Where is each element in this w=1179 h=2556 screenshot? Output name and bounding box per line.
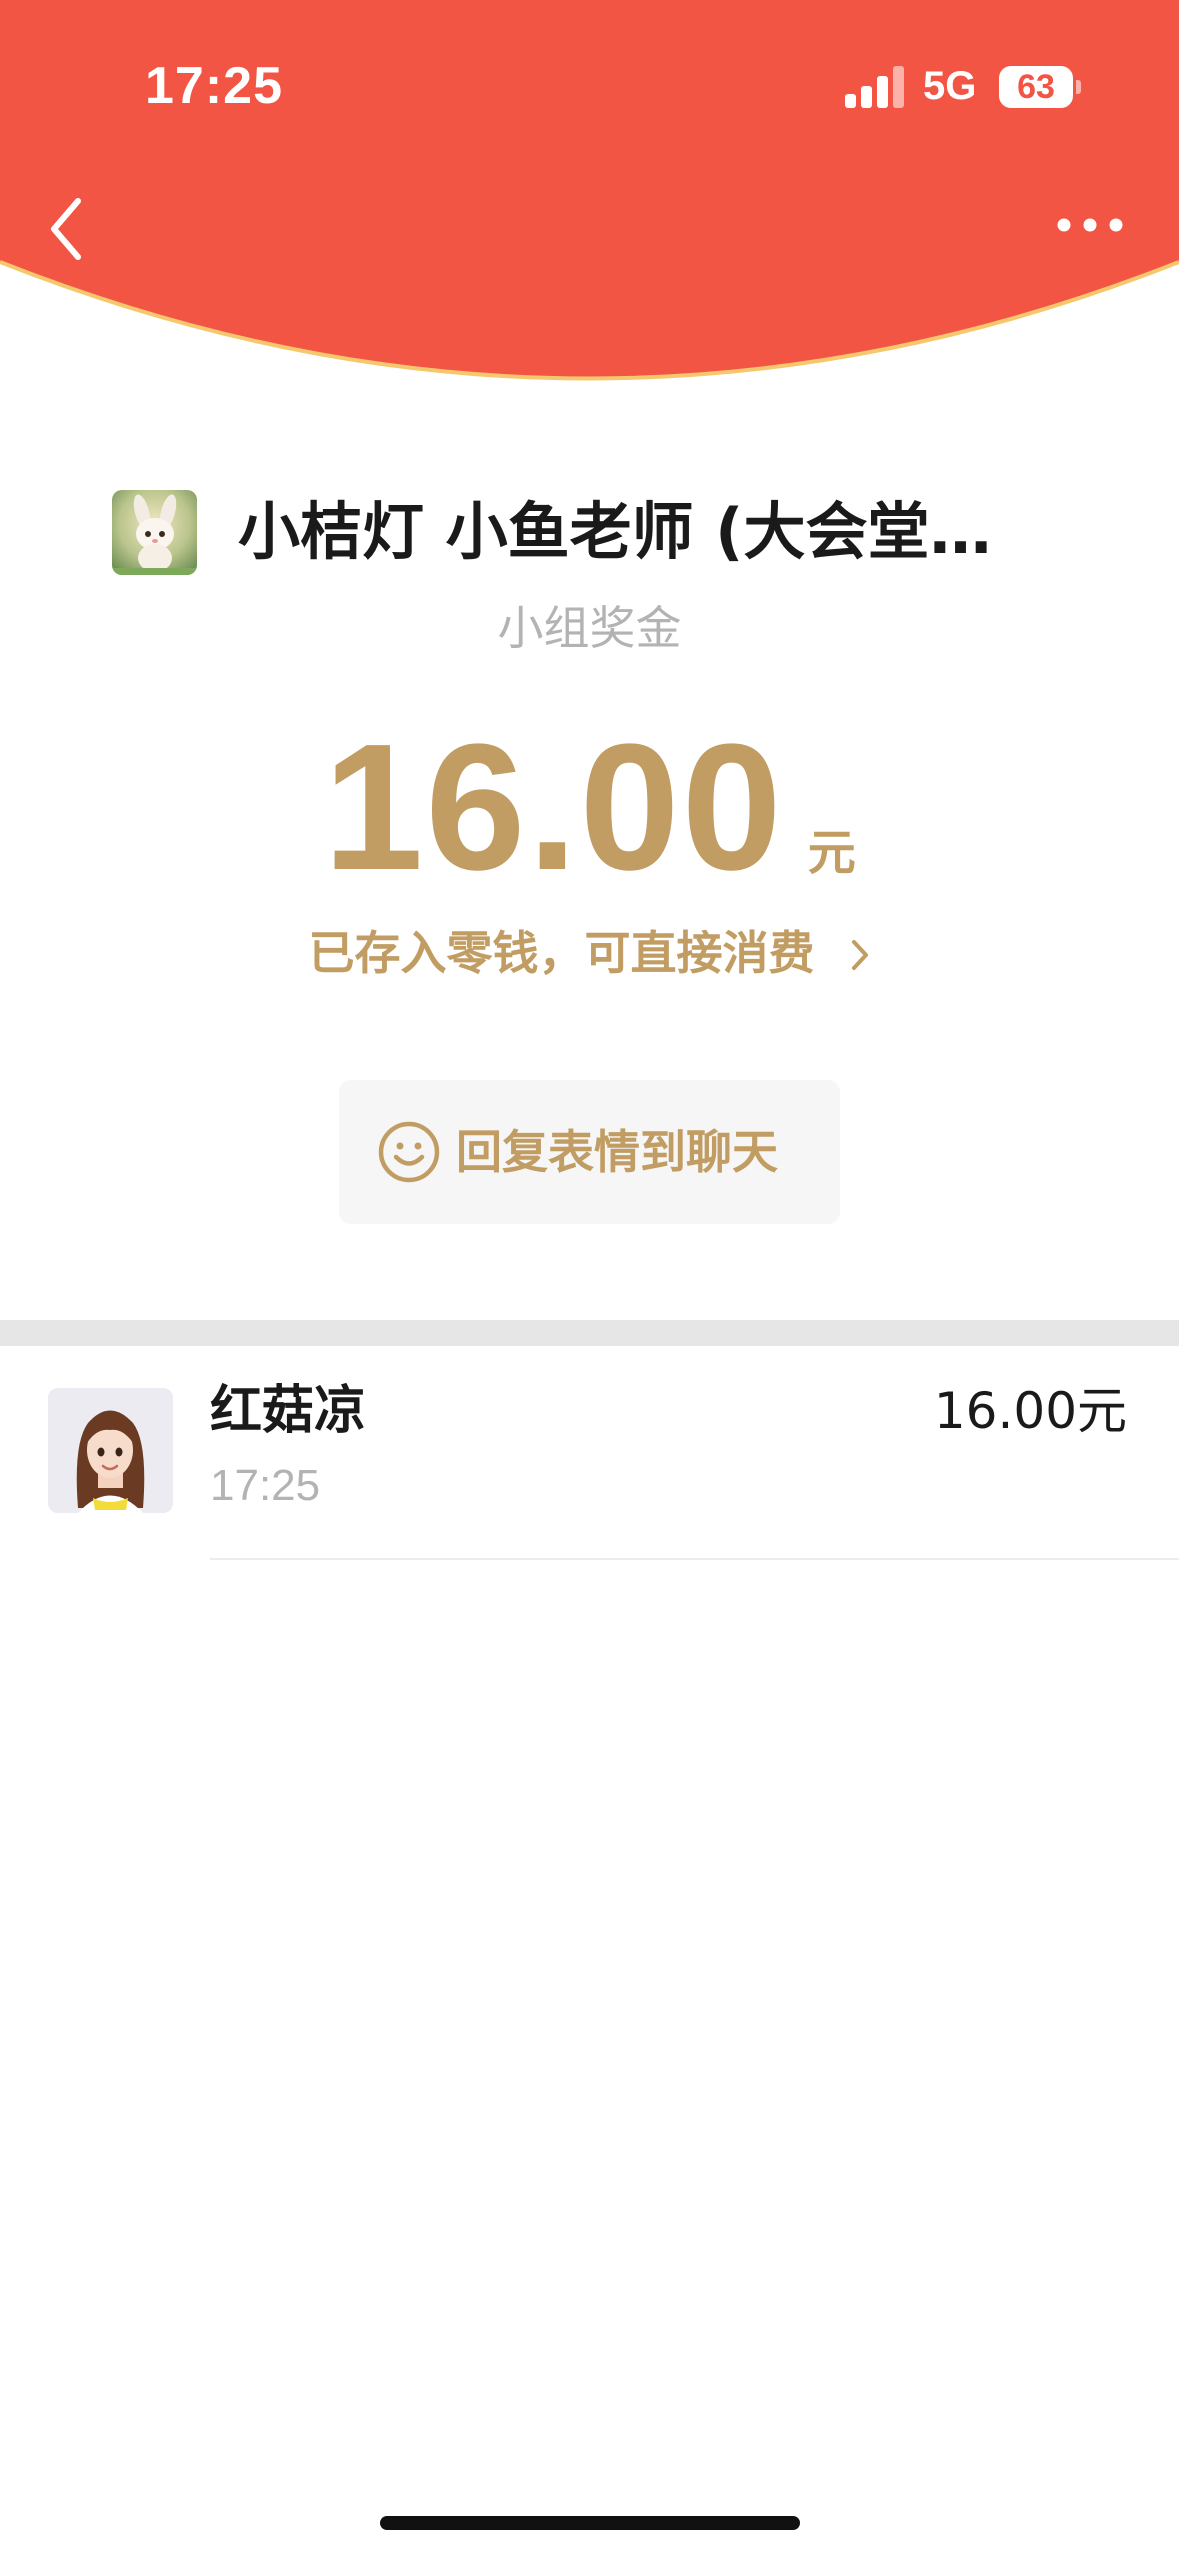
bonus-type-label: 小组奖金: [497, 601, 682, 655]
network-type: 5G: [923, 64, 977, 108]
group-info: 小桔灯 小鱼老师 (大会堂…: [112, 490, 1112, 575]
reply-sticker-button[interactable]: 回复表情到聊天: [339, 1080, 840, 1224]
chevron-left-icon: [51, 198, 81, 260]
recipient-name: 红菇凉: [210, 1381, 367, 1441]
list-item[interactable]: 红菇凉 17:25 16.00元: [0, 1346, 1179, 1561]
chevron-right-icon: [849, 922, 871, 992]
smiley-icon: [378, 1121, 440, 1183]
girl-avatar-icon: [48, 1388, 173, 1513]
received-amount: 16.00元: [933, 1382, 1127, 1440]
group-name: 小桔灯 小鱼老师 (大会堂…: [238, 495, 992, 568]
more-options-button[interactable]: [1050, 200, 1130, 250]
row-divider: [210, 1558, 1179, 1560]
battery-tip: [1076, 80, 1081, 94]
battery-level: 63: [1017, 68, 1055, 106]
amount-value: 16.00: [323, 707, 784, 908]
amount-display: 16.00 元: [0, 708, 1179, 908]
avatar[interactable]: [48, 1388, 173, 1513]
received-time: 17:25: [210, 1461, 321, 1510]
battery-icon: 63: [999, 66, 1073, 108]
group-avatar[interactable]: [112, 490, 197, 575]
status-time: 17:25: [145, 57, 283, 115]
amount-unit: 元: [807, 825, 856, 881]
home-indicator[interactable]: [380, 2516, 800, 2530]
section-divider: [0, 1320, 1179, 1346]
wallet-link-text: 已存入零钱，可直接消费: [308, 926, 815, 980]
wallet-link[interactable]: 已存入零钱，可直接消费: [0, 918, 1179, 992]
reply-sticker-label: 回复表情到聊天: [456, 1125, 778, 1179]
bunny-avatar-icon: [112, 490, 197, 575]
signal-icon: [845, 66, 905, 108]
more-dots-icon: [1057, 218, 1123, 232]
back-button[interactable]: [40, 185, 110, 270]
